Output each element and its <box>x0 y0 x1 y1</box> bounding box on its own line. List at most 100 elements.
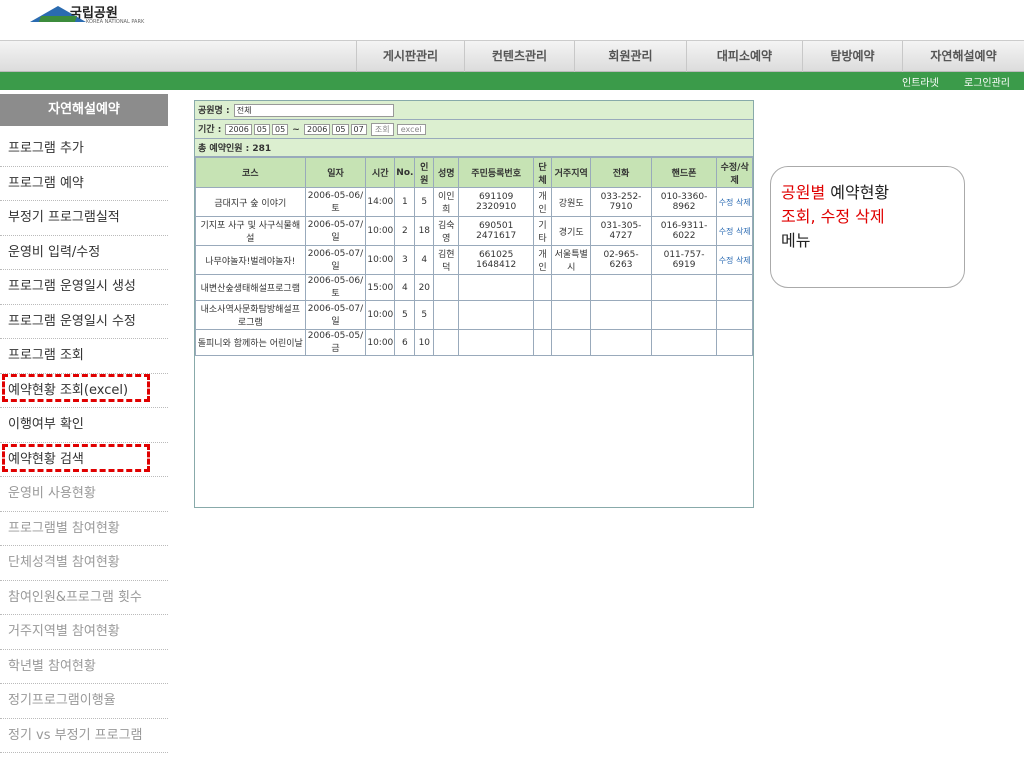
logout-link[interactable]: 로그인관리 <box>964 74 1010 89</box>
sidebar-item[interactable]: 거주지역별 참여현황 <box>0 615 168 650</box>
table-cell: 2006-05-05/금 <box>304 329 367 356</box>
table-cell: 5 <box>394 300 416 330</box>
sub-navigation: 인트라넷 로그인관리 <box>0 72 1024 90</box>
table-cell: 10 <box>414 329 435 356</box>
sidebar-item[interactable]: 참여인원&프로그램 횟수 <box>0 581 168 615</box>
nav-visit[interactable]: 탐방예약 <box>802 41 902 72</box>
table-cell: 이인희 <box>433 187 460 217</box>
table-cell: 6 <box>394 329 416 356</box>
nav-board[interactable]: 게시판관리 <box>356 41 464 72</box>
table-row: 내소사역사문화탐방해설프로그램 2006-05-07/일 10:00 5 5 <box>195 300 753 330</box>
table-cell: 경기도 <box>551 216 592 246</box>
excel-button[interactable]: excel <box>396 124 426 135</box>
sidebar-item[interactable]: 정기프로그램이행율 <box>0 684 168 719</box>
edit-delete-links[interactable]: 수정 삭제 <box>716 187 753 217</box>
table-cell <box>532 300 553 330</box>
table-cell <box>650 329 718 356</box>
logo: 국립공원 KOREA NATIONAL PARK <box>30 0 170 38</box>
table-cell: 2006-05-06/토 <box>304 274 367 301</box>
nav-members[interactable]: 회원관리 <box>574 41 686 72</box>
table-cell: 033-252-7910 <box>590 187 652 217</box>
sidebar-item[interactable]: 단체성격별 참여현황 <box>0 546 168 581</box>
table-cell <box>433 329 460 356</box>
edit-delete-links[interactable] <box>716 300 753 330</box>
table-row: 기지포 사구 및 사구식물해설 2006-05-07/일 10:00 2 18 김숙영 69… <box>195 216 753 246</box>
table-cell <box>532 274 553 301</box>
reservation-table: 코스 일자 시간 No. 인원 성명 주민등록번호 단체 거주지역 전화 핸드폰 수정/삭제 금대지구… <box>195 157 753 356</box>
table-cell: 661025 1648412 <box>458 245 534 275</box>
table-cell: 2 <box>394 216 416 246</box>
period-filter: 기간 : 2006 05 05 ~ 2006 05 07 조회 excel <box>195 120 753 139</box>
table-cell: 5 <box>414 300 435 330</box>
table-row: 금대지구 숲 이야기 2006-05-06/토 14:00 1 5 이인희 691109 2… <box>195 187 753 217</box>
sidebar-item[interactable]: 프로그램 운영일시 생성 <box>0 270 168 305</box>
month-from-select[interactable]: 05 <box>253 124 270 135</box>
park-reservation-panel: 공원명 : 전체 기간 : 2006 05 05 ~ 2006 05 07 조회 exc… <box>194 100 754 508</box>
table-cell <box>532 329 553 356</box>
sidebar-item[interactable]: 프로그램 조회 <box>0 339 168 374</box>
table-cell: 10:00 <box>365 329 396 356</box>
month-to-select[interactable]: 05 <box>332 124 349 135</box>
sidebar-item[interactable]: 이행여부 확인 <box>0 408 168 443</box>
table-cell: 5 <box>414 187 435 217</box>
year-from-select[interactable]: 2006 <box>225 124 252 135</box>
table-cell: 010-3360-8962 <box>650 187 718 217</box>
highlight-excel <box>2 374 150 402</box>
sidebar-menu: 프로그램 추가 프로그램 예약 부정기 프로그램실적 운영비 입력/수정 프로그… <box>0 132 168 753</box>
table-cell: 10:00 <box>365 245 396 275</box>
table-cell: 690501 2471617 <box>458 216 534 246</box>
table-cell: 691109 2320910 <box>458 187 534 217</box>
table-cell: 내소사역사문화탐방해설프로그램 <box>195 300 306 330</box>
total-count: 총 예약인원 : 281 <box>195 139 753 157</box>
sidebar-item[interactable]: 정기 vs 부정기 프로그램 <box>0 719 168 753</box>
park-callout: 공원별 예약현황 조회, 수정 삭제 메뉴 <box>770 166 965 288</box>
table-row: 내변산숲생태해설프로그램 2006-05-06/토 15:00 4 20 <box>195 274 753 301</box>
table-cell <box>458 300 534 330</box>
sidebar-item[interactable]: 프로그램별 참여현황 <box>0 512 168 546</box>
edit-delete-links[interactable]: 수정 삭제 <box>716 216 753 246</box>
table-cell <box>650 274 718 301</box>
table-cell: 내변산숲생태해설프로그램 <box>195 274 306 301</box>
intranet-link[interactable]: 인트라넷 <box>902 74 939 89</box>
day-to-select[interactable]: 07 <box>350 124 367 135</box>
edit-delete-links[interactable] <box>716 274 753 301</box>
day-from-select[interactable]: 05 <box>271 124 289 135</box>
nav-shelter[interactable]: 대피소예약 <box>686 41 802 72</box>
nav-nature[interactable]: 자연해설예약 <box>902 41 1024 72</box>
sidebar-item[interactable]: 프로그램 운영일시 수정 <box>0 305 168 339</box>
table-cell <box>590 300 652 330</box>
table-cell <box>433 274 460 301</box>
table-cell: 4 <box>414 245 435 275</box>
table-cell: 4 <box>394 274 416 301</box>
search-button[interactable]: 조회 <box>370 123 394 136</box>
table-cell: 금대지구 숲 이야기 <box>195 187 306 217</box>
table-cell: 서울특별시 <box>551 245 592 275</box>
table-cell: 10:00 <box>365 300 396 330</box>
edit-delete-links[interactable]: 수정 삭제 <box>716 245 753 275</box>
year-to-select[interactable]: 2006 <box>303 124 331 135</box>
table-cell: 15:00 <box>365 274 396 301</box>
sidebar-item[interactable]: 프로그램 예약 <box>0 167 168 201</box>
park-select[interactable]: 전체 <box>233 104 394 117</box>
table-cell: 강원도 <box>551 187 592 217</box>
table-cell: 2006-05-06/토 <box>304 187 367 217</box>
park-filter: 공원명 : 전체 <box>195 101 753 120</box>
table-cell <box>590 329 652 356</box>
highlight-search <box>2 444 150 472</box>
sidebar-item[interactable]: 부정기 프로그램실적 <box>0 201 168 236</box>
nav-content[interactable]: 컨텐츠관리 <box>464 41 574 72</box>
edit-delete-links[interactable] <box>716 329 753 356</box>
table-cell: 2006-05-07/일 <box>304 216 367 246</box>
table-cell: 016-9311-6022 <box>650 216 718 246</box>
sidebar-item[interactable]: 프로그램 추가 <box>0 132 168 167</box>
sidebar-item[interactable]: 학년별 참여현황 <box>0 650 168 684</box>
sidebar-item[interactable]: 운영비 입력/수정 <box>0 236 168 270</box>
sidebar-item[interactable]: 운영비 사용현황 <box>0 477 168 512</box>
table-cell: 개인 <box>532 187 553 217</box>
logo-subtitle: KOREA NATIONAL PARK <box>86 19 145 25</box>
table-cell: 2006-05-07/일 <box>304 300 367 330</box>
table-cell: 김숙영 <box>433 216 460 246</box>
table-cell <box>590 274 652 301</box>
table-cell: 돌피니와 함께하는 어린이날 <box>195 329 306 356</box>
table-cell: 3 <box>394 245 416 275</box>
